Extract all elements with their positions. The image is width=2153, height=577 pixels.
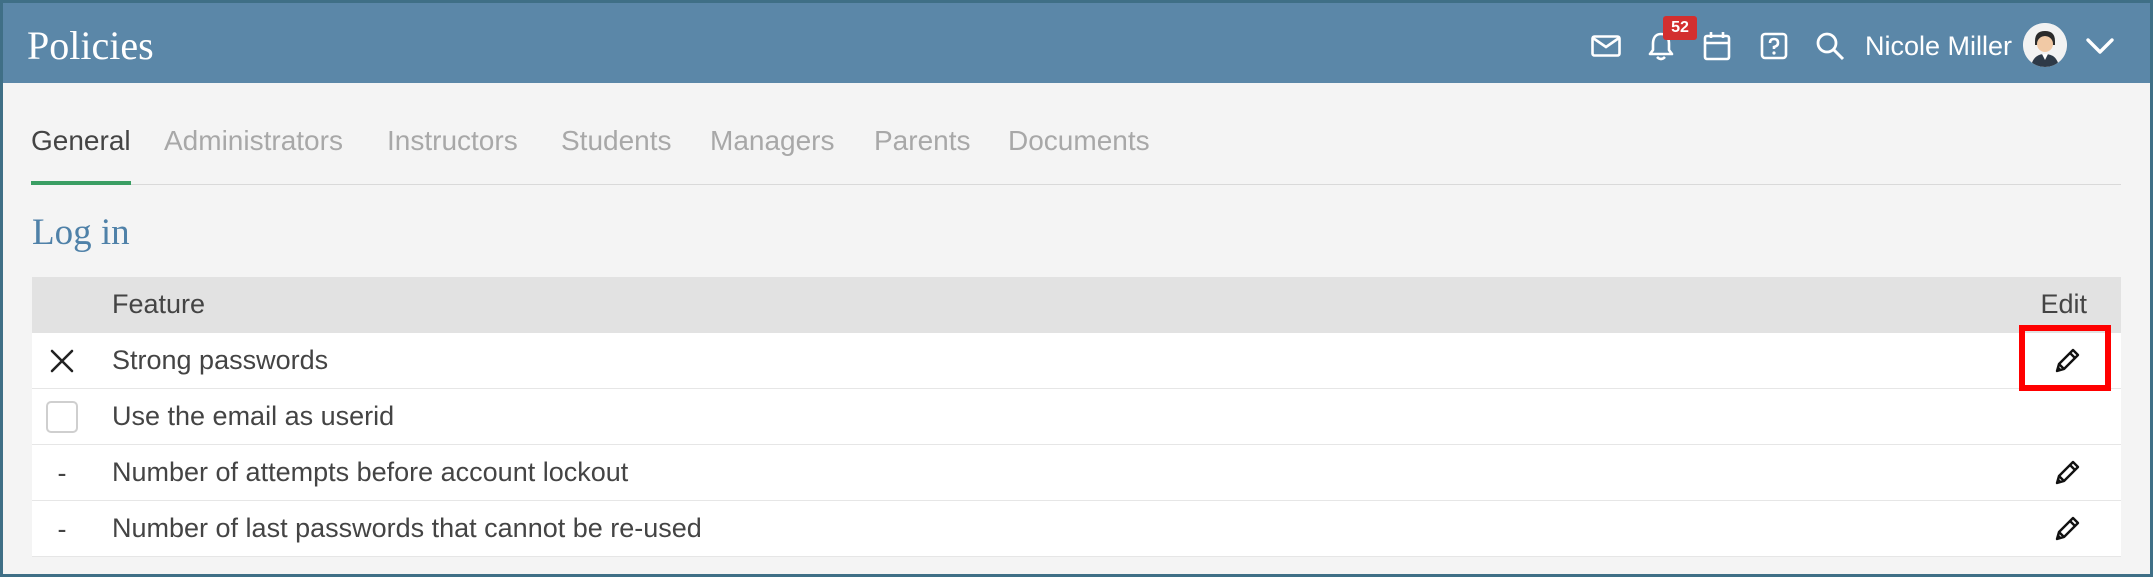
mail-icon[interactable] <box>1589 29 1623 63</box>
edit-pencil-icon[interactable] <box>2051 345 2085 379</box>
top-bar: Policies 52 Nicole Miller <box>3 3 2150 83</box>
policies-table: Feature Edit Strong passwords Use the em… <box>32 277 2121 557</box>
row-label: Use the email as userid <box>112 401 395 431</box>
table-row: Strong passwords <box>32 333 2121 389</box>
tab-students[interactable]: Students <box>561 121 672 185</box>
avatar[interactable] <box>2023 23 2067 67</box>
tab-managers[interactable]: Managers <box>710 121 835 185</box>
tab-documents[interactable]: Documents <box>1008 121 1150 185</box>
search-icon[interactable] <box>1813 29 1847 63</box>
app-window: Policies 52 Nicole Miller General Admini… <box>0 0 2153 577</box>
row-label: Number of last passwords that cannot be … <box>112 513 702 543</box>
table-row: Use the email as userid <box>32 389 2121 445</box>
row-label: Strong passwords <box>112 345 329 375</box>
row-checkbox[interactable] <box>44 399 80 435</box>
tab-instructors[interactable]: Instructors <box>387 121 518 185</box>
section-title: Log in <box>32 212 130 253</box>
page-title: Policies <box>27 23 154 68</box>
edit-pencil-icon[interactable] <box>2051 457 2085 491</box>
user-name[interactable]: Nicole Miller <box>1865 30 2012 62</box>
tab-administrators[interactable]: Administrators <box>164 121 343 185</box>
tab-general[interactable]: General <box>31 121 131 185</box>
tab-bar: General Administrators Instructors Stude… <box>31 121 2121 185</box>
table-row: - Number of last passwords that cannot b… <box>32 501 2121 557</box>
row-dash: - <box>57 513 67 544</box>
calendar-icon[interactable] <box>1700 29 1734 63</box>
tab-parents[interactable]: Parents <box>874 121 971 185</box>
column-header-feature: Feature <box>112 289 206 319</box>
row-dash: - <box>57 457 67 488</box>
help-icon[interactable] <box>1757 29 1791 63</box>
row-label: Number of attempts before account lockou… <box>112 457 629 487</box>
disabled-x-icon <box>44 343 80 379</box>
table-row: - Number of attempts before account lock… <box>32 445 2121 501</box>
table-header: Feature Edit <box>32 277 2121 333</box>
edit-pencil-icon[interactable] <box>2051 513 2085 547</box>
chevron-down-icon[interactable] <box>2083 31 2117 61</box>
column-header-edit: Edit <box>2040 289 2087 319</box>
notification-badge: 52 <box>1663 16 1697 40</box>
